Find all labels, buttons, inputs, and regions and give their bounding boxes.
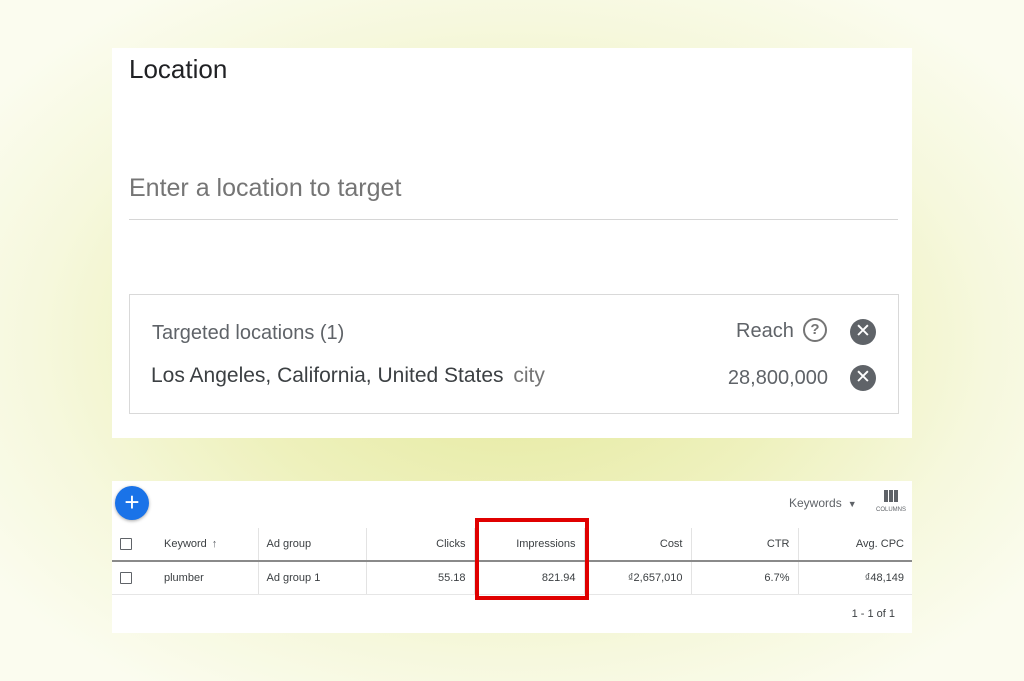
targeted-locations-panel: Targeted locations (1) Reach ? ✕ Los Ang… — [129, 294, 899, 414]
column-header-avg-cpc[interactable]: Avg. CPC — [797, 528, 912, 562]
keywords-table-card: + Keywords ▼ COLUMNS Keyword ↑ Ad group Cl… — [112, 481, 912, 633]
location-card: Location Targeted locations (1) Reach ? … — [112, 48, 912, 438]
columns-icon — [874, 490, 908, 502]
cell-ctr: 6.7% — [690, 561, 798, 595]
reach-label: Reach — [736, 320, 794, 342]
sort-ascending-icon: ↑ — [211, 538, 218, 550]
columns-label: COLUMNS — [875, 507, 906, 513]
cell-clicks: 55.18 — [365, 561, 474, 595]
cell-keyword[interactable]: plumber — [156, 561, 258, 595]
row-checkbox[interactable] — [120, 571, 132, 584]
help-icon[interactable]: ? — [803, 318, 827, 342]
cell-ad-group[interactable]: Ad group 1 — [257, 561, 366, 595]
remove-location-icon[interactable]: ✕ — [850, 365, 876, 391]
location-search-input[interactable] — [129, 174, 898, 203]
targeted-location-item: Los Angeles, California, United States c… — [151, 364, 545, 388]
cell-cost: ₫2,657,010 — [583, 561, 691, 595]
pagination-info: 1 - 1 of 1 — [851, 608, 895, 620]
select-all-checkbox[interactable] — [120, 538, 132, 551]
column-header-keyword[interactable]: Keyword ↑ — [156, 528, 258, 562]
impressions-highlight-box — [475, 518, 589, 600]
column-header-ctr[interactable]: CTR — [690, 528, 798, 562]
remove-all-icon[interactable]: ✕ — [850, 319, 876, 345]
column-header-clicks[interactable]: Clicks — [365, 528, 474, 562]
add-keyword-button[interactable]: + — [115, 486, 149, 520]
keywords-dropdown-label: Keywords — [789, 496, 842, 510]
location-search-field[interactable] — [129, 174, 898, 220]
keywords-dropdown[interactable]: Keywords ▼ — [789, 496, 857, 510]
location-type: city — [513, 364, 545, 387]
cell-avg-cpc: ₫48,149 — [797, 561, 912, 595]
select-all-cell[interactable] — [112, 528, 156, 562]
columns-button[interactable]: COLUMNS — [874, 490, 908, 513]
targeted-locations-header: Targeted locations (1) — [152, 322, 345, 344]
caret-down-icon: ▼ — [847, 499, 857, 509]
row-select-cell[interactable] — [112, 561, 156, 595]
location-reach-value: 28,800,000 — [727, 367, 828, 389]
column-header-cost[interactable]: Cost — [583, 528, 691, 562]
column-header-ad-group[interactable]: Ad group — [257, 528, 366, 562]
location-name: Los Angeles, California, United States — [151, 364, 504, 387]
location-title: Location — [129, 54, 228, 84]
